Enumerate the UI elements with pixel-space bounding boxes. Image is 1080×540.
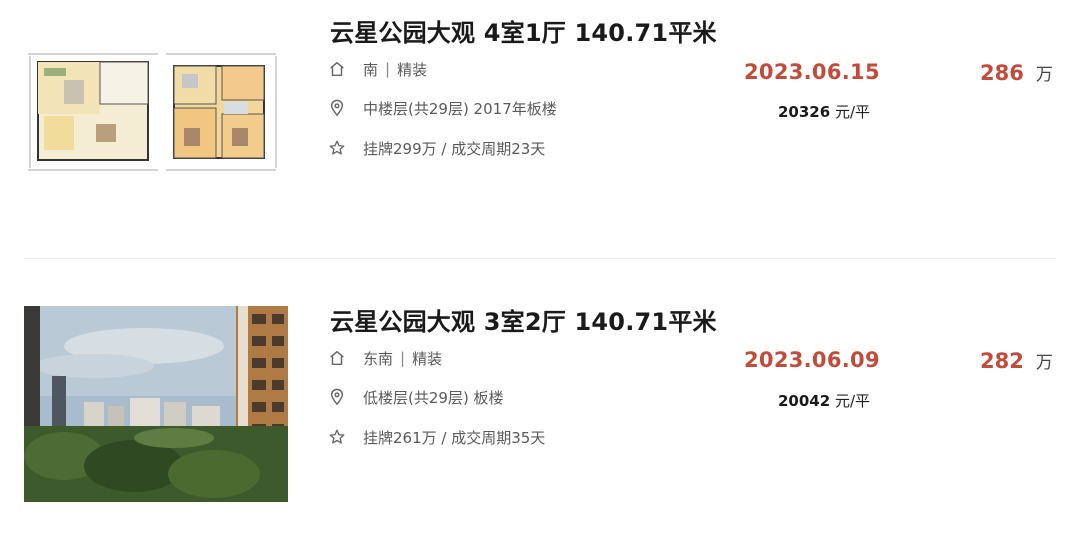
listing-info: 挂牌299万 / 成交周期23天 xyxy=(363,139,546,158)
deal-date: 2023.06.15 xyxy=(744,60,880,84)
floor-info: 低楼层(共29层) 板楼 xyxy=(363,388,504,407)
divider xyxy=(24,258,1056,259)
orientation-row: 东南 | 精装 xyxy=(327,347,442,369)
orientation-value: 东南 xyxy=(363,349,394,368)
listing-title[interactable]: 云星公园大观 3室2厅 140.71平米 xyxy=(330,302,717,337)
star-icon xyxy=(327,427,347,447)
location-pin-icon xyxy=(327,387,347,407)
location-pin-icon xyxy=(327,98,347,118)
decoration-value: 精装 xyxy=(412,349,443,368)
orientation-value: 南 xyxy=(363,60,379,79)
unit-price-suffix: 元/平 xyxy=(834,103,871,121)
photo-thumbnail[interactable] xyxy=(24,306,288,502)
listing-title[interactable]: 云星公园大观 4室1厅 140.71平米 xyxy=(330,13,717,48)
floor-row: 中楼层(共29层) 2017年板楼 xyxy=(327,97,557,119)
listing-item[interactable]: 云星公园大观 3室2厅 140.71平米 东南 | 精装 低楼层(共29层) 板… xyxy=(0,290,1080,540)
listing-item[interactable]: 云星公园大观 4室1厅 140.71平米 南 | 精装 中楼层(共29层) 20… xyxy=(0,0,1080,250)
listing-info-row: 挂牌261万 / 成交周期35天 xyxy=(327,426,545,448)
floorplan-image xyxy=(24,44,288,184)
floorplan-thumbnail[interactable] xyxy=(24,44,288,240)
total-price-unit: 万 xyxy=(1035,353,1053,373)
floor-info: 中楼层(共29层) 2017年板楼 xyxy=(363,99,557,118)
house-icon xyxy=(327,59,347,79)
total-price-value: 282 xyxy=(980,349,1024,373)
unit-price-value: 20326 xyxy=(778,103,831,121)
listing-info-row: 挂牌299万 / 成交周期23天 xyxy=(327,137,545,159)
total-price: 286 万 xyxy=(980,60,1053,85)
house-photo xyxy=(24,306,288,502)
total-price-unit: 万 xyxy=(1035,65,1053,85)
star-icon xyxy=(327,138,347,158)
decoration-value: 精装 xyxy=(397,60,428,79)
separator: | xyxy=(400,349,406,367)
floor-row: 低楼层(共29层) 板楼 xyxy=(327,386,504,408)
unit-price: 20042 元/平 xyxy=(778,390,870,411)
orientation-row: 南 | 精装 xyxy=(327,58,427,80)
house-icon xyxy=(327,348,347,368)
total-price: 282 万 xyxy=(980,348,1053,373)
unit-price: 20326 元/平 xyxy=(778,101,870,122)
deal-date: 2023.06.09 xyxy=(744,348,880,372)
unit-price-value: 20042 xyxy=(778,392,831,410)
listing-info: 挂牌261万 / 成交周期35天 xyxy=(363,428,546,447)
separator: | xyxy=(385,60,391,78)
unit-price-suffix: 元/平 xyxy=(834,392,871,410)
total-price-value: 286 xyxy=(980,61,1024,85)
